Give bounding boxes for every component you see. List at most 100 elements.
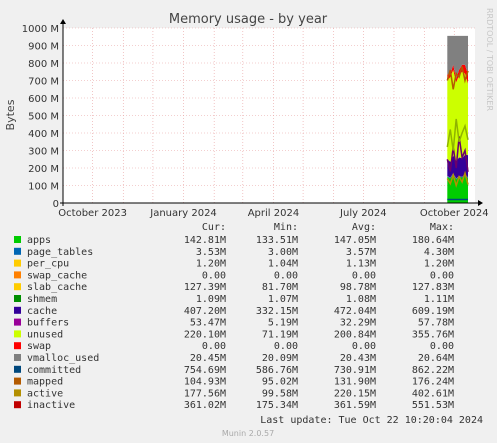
legend-value-avg: 200.84M: [334, 329, 376, 340]
chart: 0100 M200 M300 M400 M500 M600 M700 M800 …: [4, 8, 494, 438]
legend-label: buffers: [27, 318, 69, 329]
legend-value-cur: 0.00: [202, 270, 226, 281]
legend-value-avg: 147.05M: [334, 235, 376, 246]
legend-value-min: 1.04M: [268, 259, 298, 270]
legend-label: unused: [27, 329, 63, 340]
legend-value-cur: 361.02M: [184, 400, 226, 411]
munin-version: Munin 2.0.57: [222, 429, 274, 438]
y-tick-label: 900 M: [28, 42, 59, 53]
x-tick-label: April 2024: [248, 208, 299, 219]
y-tick-label: 200 M: [28, 164, 59, 175]
y-tick-label: 800 M: [28, 59, 59, 70]
legend-value-cur: 104.93M: [184, 377, 226, 388]
legend-value-cur: 127.39M: [184, 282, 226, 293]
legend-value-min: 133.51M: [256, 235, 298, 246]
legend-swatch: [14, 377, 21, 385]
legend-swatch: [14, 365, 21, 373]
legend-value-min: 0.00: [274, 341, 298, 352]
legend-label: swap: [27, 341, 51, 352]
legend-swatch: [14, 330, 21, 338]
legend-value-avg: 0.00: [352, 270, 376, 281]
legend-value-max: 402.61M: [412, 388, 454, 399]
legend-value-max: 0.00: [430, 270, 454, 281]
watermark: RRDTOOL / TOBI OETIKER: [485, 8, 494, 111]
y-tick-label: 700 M: [28, 77, 59, 88]
legend-header: Cur:: [202, 222, 226, 233]
x-tick-label: October 2023: [58, 208, 127, 219]
legend-swatch: [14, 295, 21, 302]
legend-value-max: 57.78M: [418, 318, 454, 329]
legend-value-avg: 220.15M: [334, 388, 376, 399]
legend-value-avg: 1.13M: [346, 259, 376, 270]
legend-swatch: [14, 306, 21, 314]
y-tick-label: 300 M: [28, 147, 59, 158]
chart-title: Memory usage - by year: [169, 12, 328, 27]
legend-swatch: [14, 318, 21, 326]
legend-value-min: 0.00: [274, 270, 298, 281]
legend-value-cur: 407.20M: [184, 306, 226, 317]
legend-value-min: 586.76M: [256, 365, 298, 376]
legend-swatch: [14, 236, 21, 243]
legend-swatch: [14, 271, 21, 279]
legend-value-cur: 53.47M: [190, 318, 226, 329]
x-tick-labels: October 2023 January 2024 April 2024 July 2…: [58, 208, 488, 219]
y-tick-label: 1000 M: [22, 24, 59, 35]
legend-label: committed: [27, 365, 81, 376]
legend-value-min: 3.00M: [268, 247, 298, 258]
legend-label: swap_cache: [27, 270, 87, 281]
legend-value-avg: 472.04M: [334, 306, 376, 317]
y-tick-labels: 0100 M200 M300 M400 M500 M600 M700 M800 …: [22, 24, 59, 210]
area-apps: [447, 174, 468, 203]
legend-value-cur: 1.20M: [196, 259, 226, 270]
legend-value-avg: 3.57M: [346, 247, 376, 258]
x-axis-arrow: [478, 200, 483, 206]
plot-area: [63, 28, 475, 203]
legend-value-cur: 177.56M: [184, 388, 226, 399]
legend-value-max: 551.53M: [412, 400, 454, 411]
legend-swatch: [14, 283, 21, 291]
legend-value-min: 175.34M: [256, 400, 298, 411]
legend-value-avg: 730.91M: [334, 365, 376, 376]
legend-value-cur: 754.69M: [184, 365, 226, 376]
legend-value-max: 176.24M: [412, 377, 454, 388]
x-tick-label: January 2024: [149, 208, 217, 219]
legend-value-max: 4.30M: [424, 247, 454, 258]
legend-swatch: [14, 389, 21, 397]
y-tick-label: 400 M: [28, 129, 59, 140]
legend-value-max: 0.00: [430, 341, 454, 352]
legend-label: active: [27, 388, 63, 399]
legend-value-max: 20.64M: [418, 353, 454, 364]
x-tick-label: July 2024: [339, 208, 387, 219]
y-tick-label: 500 M: [28, 112, 59, 123]
legend-value-min: 99.58M: [262, 388, 298, 399]
y-tick-label: 100 M: [28, 182, 59, 193]
legend-value-max: 180.64M: [412, 235, 454, 246]
legend-value-avg: 361.59M: [334, 400, 376, 411]
legend-label: inactive: [27, 400, 75, 411]
legend-label: vmalloc_used: [27, 353, 99, 364]
x-tick-label: October 2024: [420, 208, 489, 219]
legend-value-cur: 3.53M: [196, 247, 226, 258]
legend-label: mapped: [27, 377, 63, 388]
y-axis-label: Bytes: [4, 99, 17, 130]
legend-label: cache: [27, 306, 57, 317]
y-axis-arrow: [60, 19, 66, 24]
last-update: Last update: Tue Oct 22 10:20:04 2024: [260, 415, 483, 426]
legend-value-avg: 0.00: [352, 341, 376, 352]
legend-value-max: 609.19M: [412, 306, 454, 317]
legend-label: per_cpu: [27, 259, 69, 270]
legend-swatch: [14, 247, 21, 255]
legend-label: shmem: [27, 294, 57, 305]
data-area: [447, 35, 468, 203]
legend-value-min: 95.02M: [262, 377, 298, 388]
legend-value-max: 127.83M: [412, 282, 454, 293]
legend-header: Avg:: [352, 222, 376, 233]
legend-value-min: 5.19M: [268, 318, 298, 329]
legend-swatch: [14, 354, 21, 361]
legend-swatch: [14, 259, 21, 267]
legend-value-cur: 1.09M: [196, 294, 226, 305]
legend-value-avg: 131.90M: [334, 377, 376, 388]
legend-value-cur: 142.81M: [184, 235, 226, 246]
legend-value-avg: 20.43M: [340, 353, 376, 364]
legend: Cur: Min: Avg: Max: apps 142.81M 133.51M 147.05…: [14, 222, 454, 411]
